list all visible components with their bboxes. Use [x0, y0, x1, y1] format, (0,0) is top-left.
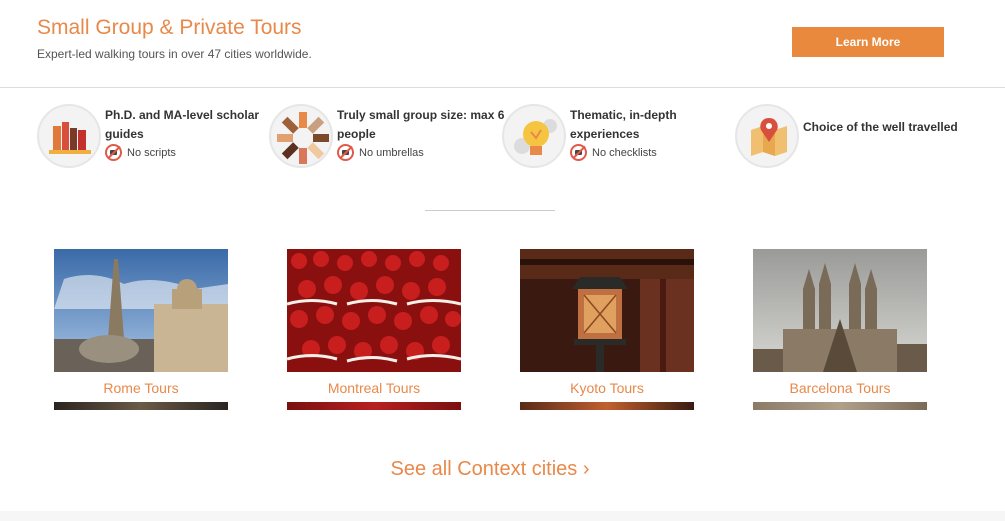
no-umbrellas-icon — [337, 144, 354, 161]
city-card-montreal[interactable]: Montreal Tours — [287, 249, 461, 410]
page-header: Small Group & Private Tours Expert-led w… — [0, 0, 1005, 88]
feature-small-group: Truly small group size: max 6 people No … — [269, 104, 504, 170]
rome-photo-strip — [54, 402, 228, 410]
page-title: Small Group & Private Tours — [37, 16, 302, 39]
section-divider — [425, 210, 555, 211]
learn-more-button[interactable]: Learn More — [792, 27, 944, 57]
city-link-barcelona[interactable]: Barcelona Tours — [753, 379, 927, 397]
city-card-rome[interactable]: Rome Tours — [54, 249, 228, 410]
feature-title: Truly small group size: max 6 people — [337, 108, 505, 141]
no-scripts-icon — [105, 144, 122, 161]
feature-note-label: No scripts — [127, 146, 176, 159]
rome-photo[interactable] — [54, 249, 228, 372]
montreal-photo[interactable] — [287, 249, 461, 372]
feature-note: No scripts — [105, 144, 176, 161]
books-icon — [37, 104, 101, 168]
page-subtitle: Expert-led walking tours in over 47 citi… — [37, 47, 312, 61]
city-link-rome[interactable]: Rome Tours — [54, 379, 228, 397]
barcelona-photo[interactable] — [753, 249, 927, 372]
feature-well-travelled: Choice of the well travelled — [735, 104, 958, 170]
map-pin-icon — [735, 104, 799, 168]
city-link-kyoto[interactable]: Kyoto Tours — [520, 379, 694, 397]
feature-note-label: No checklists — [592, 146, 657, 159]
see-all-cities-link[interactable]: See all Context cities › — [0, 458, 980, 481]
hands-icon — [269, 104, 333, 168]
feature-scholar-guides: Ph.D. and MA-level scholar guides No scr… — [37, 104, 259, 170]
feature-title: Thematic, in-depth experiences — [570, 108, 677, 141]
lightbulb-icon — [502, 104, 566, 168]
feature-note-label: No umbrellas — [359, 146, 424, 159]
feature-note: No checklists — [570, 144, 657, 161]
feature-title: Choice of the well travelled — [803, 120, 958, 134]
kyoto-photo-strip — [520, 402, 694, 410]
barcelona-photo-strip — [753, 402, 927, 410]
feature-thematic: Thematic, in-depth experiences No checkl… — [502, 104, 722, 170]
feature-note: No umbrellas — [337, 144, 424, 161]
feature-title: Ph.D. and MA-level scholar guides — [105, 108, 260, 141]
city-card-barcelona[interactable]: Barcelona Tours — [753, 249, 927, 410]
city-card-kyoto[interactable]: Kyoto Tours — [520, 249, 694, 410]
kyoto-photo[interactable] — [520, 249, 694, 372]
no-checklists-icon — [570, 144, 587, 161]
city-link-montreal[interactable]: Montreal Tours — [287, 379, 461, 397]
footer-band — [0, 511, 1005, 521]
montreal-photo-strip — [287, 402, 461, 410]
